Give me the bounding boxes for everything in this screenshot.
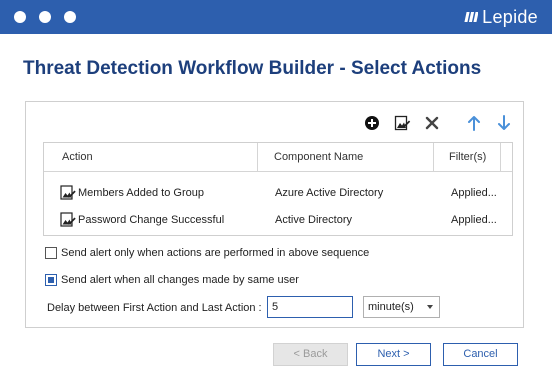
column-divider[interactable]: [433, 143, 434, 172]
window-dot-3[interactable]: [64, 11, 76, 23]
delay-unit-dropdown[interactable]: minute(s): [363, 296, 440, 318]
table-row[interactable]: Members Added to Group Azure Active Dire…: [44, 180, 512, 206]
sequence-checkbox[interactable]: [45, 247, 57, 259]
sequence-label: Send alert only when actions are perform…: [61, 247, 370, 259]
action-name: Members Added to Group: [78, 187, 204, 199]
lepide-logo-icon: [464, 12, 479, 22]
action-edit-icon: [60, 185, 76, 200]
next-button[interactable]: Next >: [356, 343, 431, 366]
actions-panel: Action Component Name Filter(s) Members …: [25, 101, 524, 328]
action-edit-icon: [60, 212, 76, 227]
column-divider[interactable]: [257, 143, 258, 172]
delay-label: Delay between First Action and Last Acti…: [47, 302, 262, 314]
column-header-component[interactable]: Component Name: [274, 143, 363, 172]
delete-icon: [425, 116, 439, 130]
same-user-label: Send alert when all changes made by same…: [61, 274, 299, 286]
column-divider[interactable]: [500, 143, 501, 172]
same-user-option[interactable]: Send alert when all changes made by same…: [45, 272, 299, 288]
actions-table: Action Component Name Filter(s) Members …: [43, 142, 513, 236]
column-header-action[interactable]: Action: [62, 143, 93, 172]
window-dot-1[interactable]: [14, 11, 26, 23]
brand-name: Lepide: [482, 6, 538, 27]
window-dot-2[interactable]: [39, 11, 51, 23]
move-up-button[interactable]: [465, 114, 483, 132]
column-header-filters[interactable]: Filter(s): [449, 143, 486, 172]
edit-action-button[interactable]: [393, 114, 411, 132]
move-down-button[interactable]: [495, 114, 513, 132]
add-action-button[interactable]: [363, 114, 381, 132]
component-name: Azure Active Directory: [275, 187, 384, 199]
title-bar: Lepide: [0, 0, 552, 34]
table-row[interactable]: Password Change Successful Active Direct…: [44, 207, 512, 233]
back-button[interactable]: < Back: [273, 343, 348, 366]
action-name: Password Change Successful: [78, 214, 225, 226]
delay-value-input[interactable]: [267, 296, 353, 318]
chevron-down-icon: [427, 305, 433, 309]
component-name: Active Directory: [275, 214, 353, 226]
filters-value[interactable]: Applied...: [451, 180, 497, 206]
sequence-option[interactable]: Send alert only when actions are perform…: [45, 245, 369, 261]
brand-logo: Lepide: [464, 6, 538, 28]
filters-value[interactable]: Applied...: [451, 207, 497, 233]
page-title: Threat Detection Workflow Builder - Sele…: [23, 58, 482, 79]
add-icon: [365, 116, 379, 130]
delete-action-button[interactable]: [423, 114, 441, 132]
table-header: Action Component Name Filter(s): [44, 143, 512, 172]
arrow-up-icon: [468, 116, 480, 131]
same-user-checkbox[interactable]: [45, 274, 57, 286]
cancel-button[interactable]: Cancel: [443, 343, 518, 366]
arrow-down-icon: [498, 115, 510, 130]
edit-icon: [394, 115, 410, 130]
delay-unit-value: minute(s): [368, 301, 414, 313]
